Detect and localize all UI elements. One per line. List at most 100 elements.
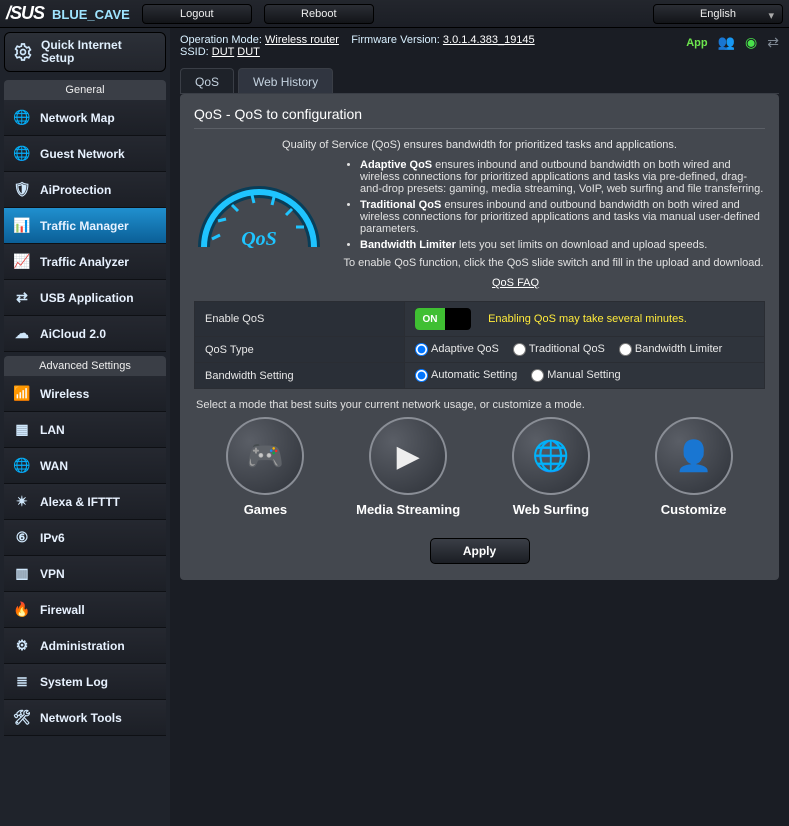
qos-panel: QoS - QoS to configuration Quality of Se… [180, 94, 779, 580]
sidebar-item-guest-network[interactable]: 🌐Guest Network [4, 136, 166, 172]
sidebar-item-label: AiProtection [40, 183, 111, 197]
sidebar: Quick Internet Setup General 🌐 Network Ma… [0, 28, 170, 826]
ssid-label: SSID: [180, 46, 209, 58]
enable-qos-toggle[interactable]: ON [415, 308, 471, 330]
fw-value[interactable]: 3.0.1.4.383_19145 [443, 34, 535, 46]
administration-icon: ⚙ [12, 636, 32, 656]
qos-type-radio[interactable] [513, 343, 526, 356]
clients-icon[interactable]: 👥 [718, 34, 735, 51]
sidebar-item-alexa-ifttt[interactable]: ✴ Alexa & IFTTT [4, 484, 166, 520]
status-icon-row: App 👥 ◉ ⇄ [686, 34, 779, 51]
bullet-item: Traditional QoS ensures inbound and outb… [360, 199, 765, 235]
aicloud-icon: ☁ [12, 324, 32, 344]
reboot-button[interactable]: Reboot [264, 4, 374, 24]
mode-hint: Select a mode that best suits your curre… [196, 399, 763, 411]
ssid-value-2[interactable]: DUT [237, 46, 260, 58]
alexa-ifttt-icon: ✴ [12, 492, 32, 512]
lan-icon: ▦ [12, 420, 32, 440]
bandwidth-setting-radio[interactable] [531, 369, 544, 382]
sidebar-item-label: Network Map [40, 111, 115, 125]
sidebar-item-label: Firewall [40, 603, 85, 617]
language-select[interactable]: English [653, 4, 783, 24]
sidebar-item-usb-application[interactable]: ⇄USB Application [4, 280, 166, 316]
sidebar-item-firewall[interactable]: 🔥 Firewall [4, 592, 166, 628]
sidebar-item-label: Traffic Manager [40, 219, 129, 233]
usb-icon[interactable]: ⇄ [767, 34, 779, 51]
panel-title: QoS - QoS to configuration [194, 104, 765, 122]
firewall-icon: 🔥 [12, 600, 32, 620]
network-map-icon: 🌐 [12, 108, 32, 128]
sidebar-item-label: USB Application [40, 291, 134, 305]
sidebar-item-vpn[interactable]: ▥VPN [4, 556, 166, 592]
wireless-icon: 📶 [12, 384, 32, 404]
bandwidth-setting-option[interactable]: Manual Setting [531, 369, 620, 381]
sidebar-item-aicloud[interactable]: ☁ AiCloud 2.0 [4, 316, 166, 352]
sidebar-item-label: Alexa & IFTTT [40, 495, 120, 509]
bandwidth-setting-options: Automatic Setting Manual Setting [405, 363, 765, 389]
sidebar-item-wireless[interactable]: 📶 Wireless [4, 376, 166, 412]
traffic-analyzer-icon: 📈 [12, 252, 32, 272]
bandwidth-setting-label: Bandwidth Setting [195, 363, 405, 389]
tab-web-history[interactable]: Web History [238, 68, 333, 93]
mode-games[interactable]: 🎮Games [200, 417, 330, 518]
guest-network-icon: 🌐 [12, 144, 32, 164]
mode-media[interactable]: ▶Media Streaming [343, 417, 473, 518]
mode-customize[interactable]: 👤Customize [629, 417, 759, 518]
quick-internet-setup[interactable]: Quick Internet Setup [4, 32, 166, 72]
gear-icon [13, 42, 33, 62]
svg-text:QoS: QoS [241, 228, 277, 250]
qos-faq-link[interactable]: QoS FAQ [492, 277, 765, 289]
sidebar-item-wan[interactable]: 🌐WAN [4, 448, 166, 484]
sidebar-item-network-tools[interactable]: 🛠 Network Tools [4, 700, 166, 736]
app-link[interactable]: App [686, 37, 707, 49]
traffic-manager-icon: 📊 [12, 216, 32, 236]
qos-type-radio[interactable] [619, 343, 632, 356]
sidebar-item-ipv6[interactable]: ⑥IPv6 [4, 520, 166, 556]
enable-qos-warning: Enabling QoS may take several minutes. [488, 313, 687, 325]
logout-button[interactable]: Logout [142, 4, 252, 24]
sidebar-item-network-map[interactable]: 🌐 Network Map [4, 100, 166, 136]
qos-type-radio[interactable] [415, 343, 428, 356]
bandwidth-setting-option[interactable]: Automatic Setting [415, 369, 517, 381]
enable-qos-label: Enable QoS [195, 302, 405, 337]
bandwidth-setting-radio[interactable] [415, 369, 428, 382]
section-general: General [4, 80, 166, 100]
bullet-item: Adaptive QoS ensures inbound and outboun… [360, 159, 765, 195]
mode-web[interactable]: 🌐Web Surfing [486, 417, 616, 518]
apply-button[interactable]: Apply [430, 538, 530, 564]
sidebar-item-label: LAN [40, 423, 65, 437]
tab-qos[interactable]: QoS [180, 68, 234, 93]
op-mode-value[interactable]: Wireless router [265, 34, 339, 46]
sidebar-item-label: VPN [40, 567, 65, 581]
sidebar-item-administration[interactable]: ⚙ Administration [4, 628, 166, 664]
ipv6-icon: ⑥ [12, 528, 32, 548]
sidebar-item-label: Administration [40, 639, 125, 653]
qos-type-label: QoS Type [195, 337, 405, 363]
sidebar-item-traffic-analyzer[interactable]: 📈Traffic Analyzer [4, 244, 166, 280]
toggle-on-label: ON [415, 308, 445, 330]
sidebar-item-lan[interactable]: ▦ LAN [4, 412, 166, 448]
fw-label: Firmware Version: [351, 34, 440, 46]
qos-type-option[interactable]: Adaptive QoS [415, 343, 499, 355]
sidebar-item-label: WAN [40, 459, 68, 473]
sidebar-item-label: Network Tools [40, 711, 122, 725]
sidebar-item-aiprotection[interactable]: 🛡 AiProtection [4, 172, 166, 208]
qos-type-options: Adaptive QoS Traditional QoS Bandwidth Lim… [405, 337, 765, 363]
ssid-value-1[interactable]: DUT [212, 46, 234, 58]
network-tools-icon: 🛠 [12, 708, 32, 728]
qos-type-option[interactable]: Traditional QoS [513, 343, 605, 355]
customize-icon: 👤 [655, 417, 733, 495]
mode-label: Media Streaming [356, 503, 460, 518]
quick-setup-label: Quick Internet Setup [41, 39, 157, 65]
mode-label: Games [244, 503, 287, 518]
sidebar-item-system-log[interactable]: ≣System Log [4, 664, 166, 700]
sidebar-item-traffic-manager[interactable]: 📊 Traffic Manager [4, 208, 166, 244]
sidebar-item-label: AiCloud 2.0 [40, 327, 106, 341]
settings-table: Enable QoS ON Enabling QoS may take seve… [194, 301, 765, 389]
qos-type-option[interactable]: Bandwidth Limiter [619, 343, 722, 355]
aiprotection-icon: 🛡 [12, 180, 32, 200]
internet-status-icon[interactable]: ◉ [745, 34, 757, 51]
qos-gauge-icon: QoS [194, 167, 324, 257]
sidebar-item-label: Wireless [40, 387, 89, 401]
mode-label: Web Surfing [513, 503, 589, 518]
